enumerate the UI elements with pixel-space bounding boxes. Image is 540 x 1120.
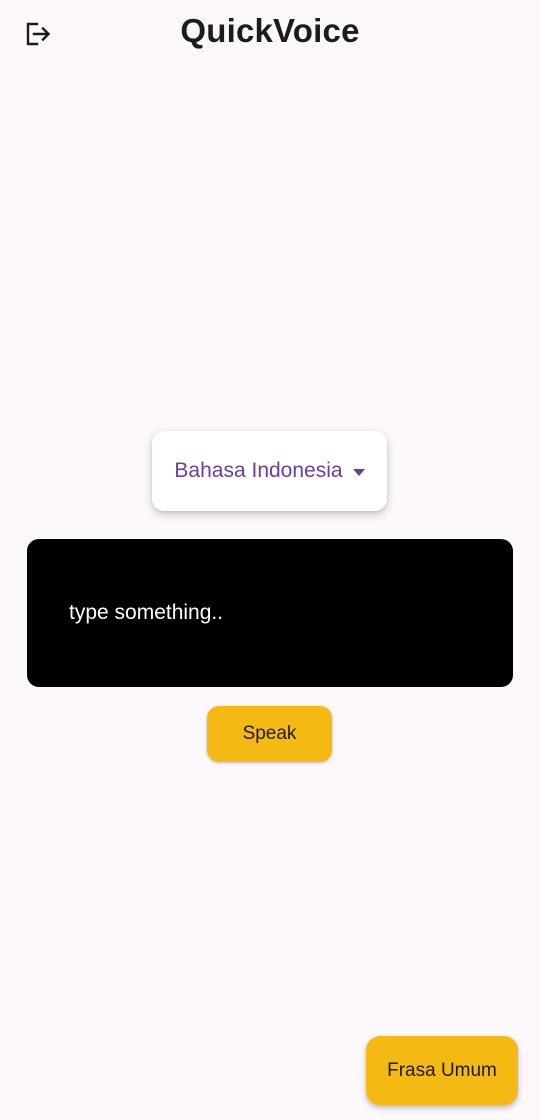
speak-button[interactable]: Speak <box>207 706 332 762</box>
text-input-placeholder: type something.. <box>69 601 224 624</box>
text-input[interactable]: type something.. <box>27 539 513 687</box>
language-selected-label: Bahasa Indonesia <box>174 459 343 482</box>
language-select[interactable]: Bahasa Indonesia <box>174 459 365 483</box>
app-title: QuickVoice <box>180 12 360 49</box>
common-phrases-button[interactable]: Frasa Umum <box>366 1036 518 1105</box>
app-bar: QuickVoice <box>0 0 540 66</box>
language-dropdown[interactable]: Bahasa Indonesia <box>152 431 387 511</box>
caret-down-icon <box>352 468 365 476</box>
